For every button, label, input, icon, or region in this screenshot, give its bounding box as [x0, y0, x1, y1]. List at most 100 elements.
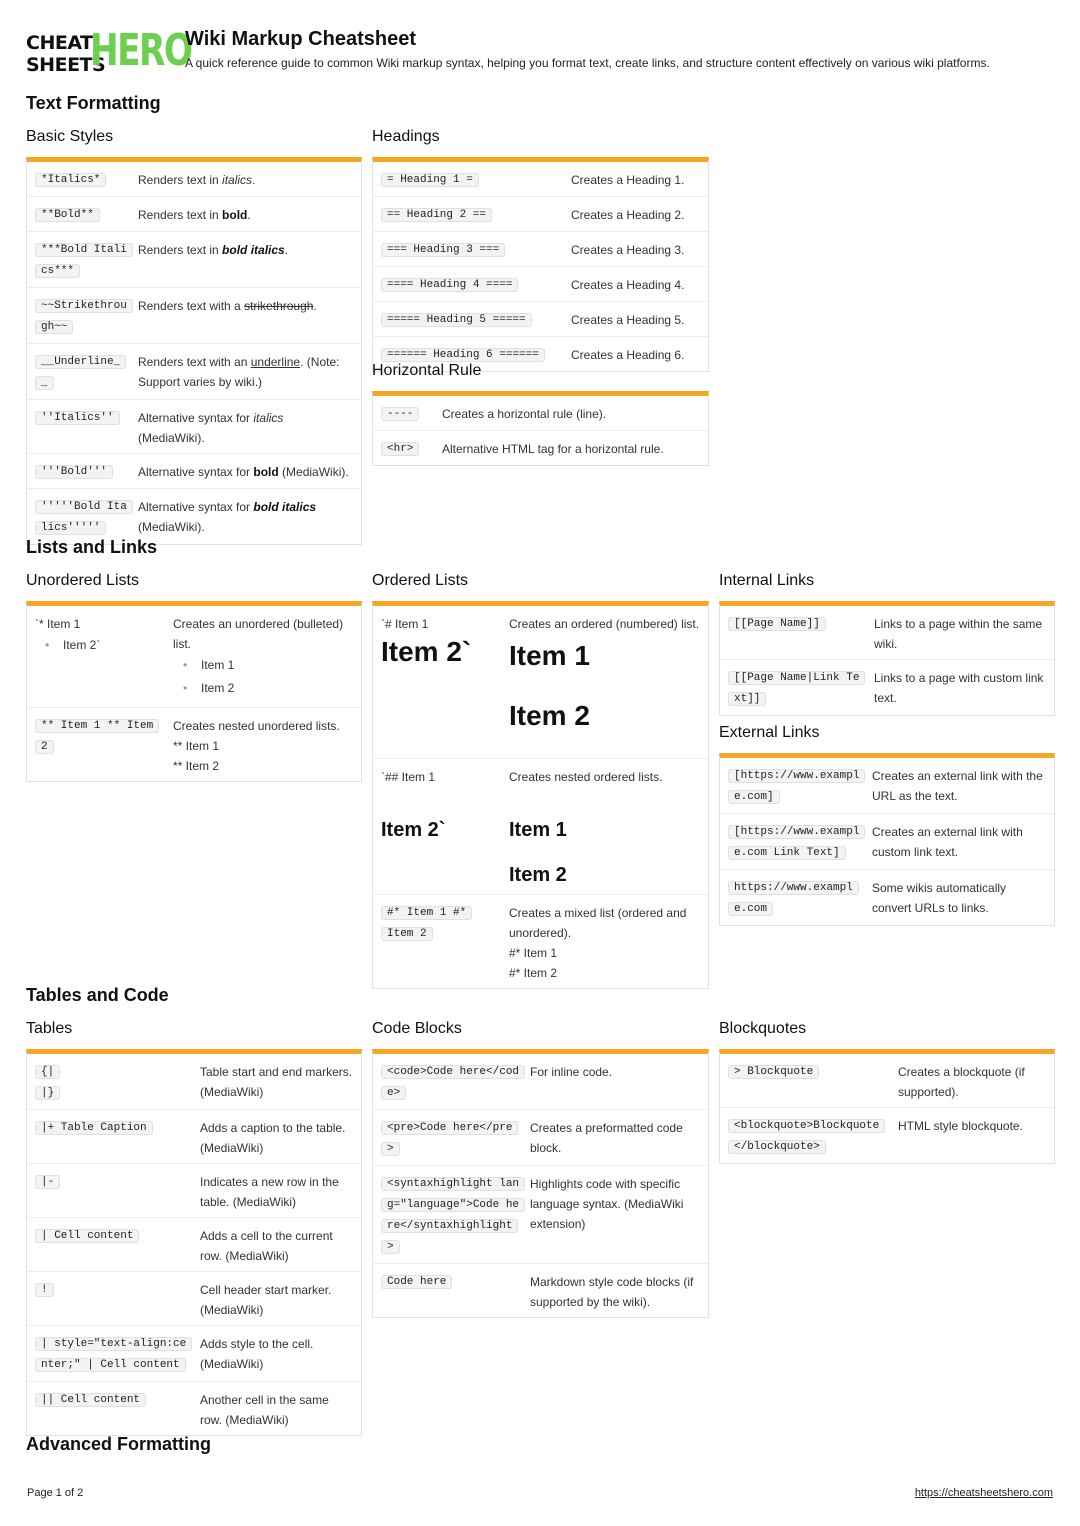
page-number: Page 1 of 2	[27, 1487, 84, 1499]
description-text: Indicates a new row in the table. (Media…	[200, 1175, 339, 1209]
syntax-code: [[Page Name]]	[728, 614, 874, 654]
styled-example: bold italics	[222, 243, 285, 257]
syntax-code: === Heading 3 ===	[381, 240, 571, 261]
table-row: ---- Creates a horizontal rule (line).	[373, 396, 708, 431]
description-cell: Creates an unordered (bulleted) list. It…	[173, 614, 353, 702]
headings-card: = Heading 1 = Creates a Heading 1. == Head…	[372, 157, 709, 372]
description-text: Creates an ordered (numbered) list.	[509, 617, 700, 631]
card-title-ordered-lists: Ordered Lists	[372, 572, 469, 589]
description-text: Creates a mixed list (ordered and unorde…	[509, 906, 687, 940]
list-item: Item 2	[181, 677, 353, 700]
styled-example: underline	[250, 355, 301, 369]
card-title-tables: Tables	[26, 1020, 73, 1037]
description-text: For inline code.	[530, 1065, 613, 1079]
syntax-code: '''Bold'''	[35, 462, 138, 483]
card-title-basic-styles: Basic Styles	[26, 128, 114, 145]
description-text: Creates a horizontal rule (line).	[442, 407, 607, 421]
description-text: Alternative HTML tag for a horizontal ru…	[442, 442, 664, 456]
description-text: Renders text in italics.	[138, 173, 256, 187]
table-row: | style="text-align:center;" | Cell cont…	[27, 1326, 361, 1382]
rendered-heading: Item 2	[509, 864, 567, 886]
rendered-heading: Item 1	[509, 819, 567, 841]
syntax-code: > Blockquote	[728, 1062, 898, 1102]
syntax-code: <blockquote>Blockquote</blockquote>	[728, 1116, 898, 1158]
description-text: Some wikis automatically convert URLs to…	[872, 881, 1007, 915]
description-text: Alternative syntax for bold (MediaWiki).	[138, 465, 349, 479]
table-row: || Cell content Another cell in the same …	[27, 1382, 361, 1435]
description-text: Renders text with a strikethrough.	[138, 299, 317, 313]
syntax-code: {| |}	[35, 1062, 200, 1104]
description-text: Creates a preformatted code block.	[530, 1121, 683, 1155]
list-item: Item 1	[181, 654, 353, 677]
description-text: Highlights code with specific language s…	[530, 1177, 684, 1231]
table-row: ** Item 1 ** Item 2 Creates nested unord…	[27, 708, 361, 781]
syntax-cell: `## Item 1 Item 2`	[381, 767, 509, 889]
description-text: HTML style blockquote.	[898, 1119, 1023, 1133]
syntax-code: !	[35, 1280, 200, 1320]
unordered-lists-card: `* Item 1 Item 2` Creates an unordered (…	[26, 601, 362, 782]
table-row: [[Page Name|Link Text]] Links to a page w…	[720, 660, 1054, 715]
ordered-lists-card: `# Item 1 Item 2` Creates an ordered (nu…	[372, 601, 709, 989]
description-text: Renders text with an underline. (Note: S…	[138, 355, 340, 389]
syntax-code: | style="text-align:center;" | Cell cont…	[35, 1334, 200, 1376]
internal-links-card: [[Page Name]] Links to a page within the …	[719, 601, 1055, 716]
description-cell: Creates an ordered (numbered) list. Item…	[509, 614, 700, 753]
syntax-code: | Cell content	[35, 1226, 200, 1266]
rendered-heading: Item 2`	[381, 819, 446, 841]
styled-example: bold	[253, 465, 279, 479]
table-row: === Heading 3 === Creates a Heading 3.	[373, 232, 708, 267]
syntax-code: ==== Heading 4 ====	[381, 275, 571, 296]
syntax-code: ===== Heading 5 =====	[381, 310, 571, 331]
description-text: Alternative syntax for italics (MediaWik…	[138, 411, 284, 445]
section-lists-links: Lists and Links	[26, 537, 158, 557]
syntax-code: [https://www.example.com]	[728, 766, 872, 808]
card-title-horizontal-rule: Horizontal Rule	[372, 362, 482, 379]
syntax-code: ***Bold Italics***	[35, 240, 138, 282]
card-title-headings: Headings	[372, 128, 440, 145]
blockquotes-card: > Blockquote Creates a blockquote (if sup…	[719, 1049, 1055, 1164]
description-text: Renders text in bold.	[138, 208, 251, 222]
syntax-code: = Heading 1 =	[381, 170, 571, 191]
horizontal-rule-card: ---- Creates a horizontal rule (line). <hr…	[372, 391, 709, 466]
syntax-code: Code here	[381, 1272, 530, 1312]
description-text: Renders text in bold italics.	[138, 243, 289, 257]
syntax-code: #* Item 1 #* Item 2	[381, 903, 509, 983]
description-cell: Creates nested ordered lists. Item 1 Ite…	[509, 767, 700, 889]
site-link[interactable]: https://cheatsheetshero.com	[915, 1487, 1053, 1499]
card-title-external-links: External Links	[719, 724, 820, 741]
table-row: <hr> Alternative HTML tag for a horizonta…	[373, 431, 708, 465]
card-title-unordered-lists: Unordered Lists	[26, 572, 139, 589]
rendered-heading: Item 2	[509, 700, 590, 731]
syntax-code: |+ Table Caption	[35, 1118, 200, 1158]
description-text: Creates a Heading 4.	[571, 278, 685, 292]
code-blocks-card: <code>Code here</code> For inline code. <p…	[372, 1049, 709, 1318]
description-text: Adds a caption to the table. (MediaWiki)	[200, 1121, 346, 1155]
syntax-code: <code>Code here</code>	[381, 1062, 530, 1104]
table-row: `## Item 1 Item 2` Creates nested ordere…	[373, 759, 708, 895]
basic-styles-card: *Italics* Renders text in italics. **Bold*…	[26, 157, 362, 545]
example-line: ** Item 2	[173, 759, 220, 773]
syntax-text: `# Item 1	[381, 617, 429, 631]
syntax-code: ----	[381, 404, 442, 425]
table-row: [https://www.example.com] Creates an exte…	[720, 758, 1054, 814]
syntax-code: [[Page Name|Link Text]]	[728, 668, 874, 710]
cheatsheetshero-logo[interactable]: CHEAT SHEETS HERO	[26, 28, 193, 77]
styled-example: italics	[253, 411, 284, 425]
card-title-internal-links: Internal Links	[719, 572, 815, 589]
syntax-text: `## Item 1	[381, 770, 436, 784]
page-subtitle: A quick reference guide to common Wiki m…	[185, 56, 990, 70]
card-title-blockquotes: Blockquotes	[719, 1020, 807, 1037]
logo-text-hero: HERO	[90, 25, 193, 76]
table-row: [https://www.example.com Link Text] Creat…	[720, 814, 1054, 870]
page-title: Wiki Markup Cheatsheet	[185, 28, 416, 50]
syntax-code: *Italics*	[35, 170, 138, 191]
table-row: |- Indicates a new row in the table. (Med…	[27, 1164, 361, 1218]
description-text: Creates nested unordered lists.	[173, 719, 340, 733]
syntax-code: || Cell content	[35, 1390, 200, 1430]
description-text: Markdown style code blocks (if supported…	[530, 1275, 694, 1309]
description-text: Creates a blockquote (if supported).	[898, 1065, 1025, 1099]
description-text: Alternative syntax for bold italics (Med…	[138, 500, 317, 534]
description-text: Creates a Heading 1.	[571, 173, 685, 187]
description-text: Creates a Heading 5.	[571, 313, 685, 327]
description-text: Creates an external link with custom lin…	[872, 825, 1023, 859]
